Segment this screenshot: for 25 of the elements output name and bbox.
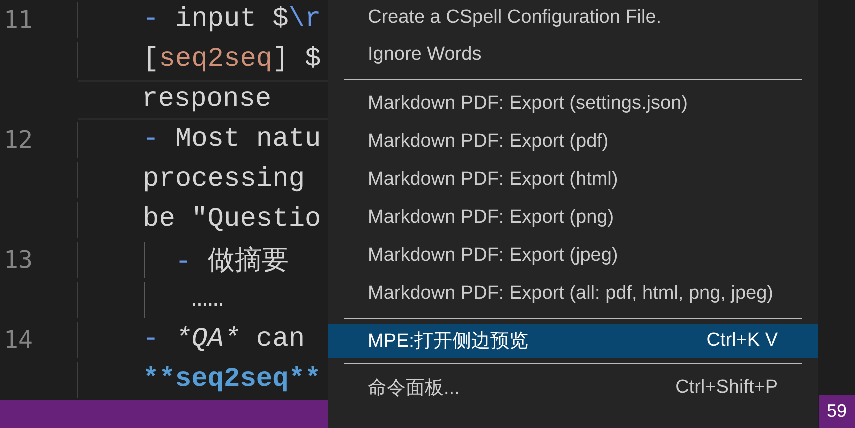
menu-item[interactable]: Markdown PDF: Export (jpeg) bbox=[328, 237, 818, 275]
code-line: **seq2seq** bbox=[143, 365, 322, 395]
menu-item[interactable]: Ignore Words bbox=[328, 36, 818, 74]
code-line: [seq2seq] $ bbox=[143, 45, 322, 75]
line-number: 14 bbox=[3, 326, 33, 354]
menu-item[interactable]: Markdown PDF: Export (settings.json) bbox=[328, 85, 818, 123]
code-line: response bbox=[142, 85, 272, 115]
code-line: - input $\r bbox=[143, 5, 322, 35]
menu-item[interactable]: Markdown PDF: Export (pdf) bbox=[328, 123, 818, 161]
code-line: …… bbox=[190, 285, 224, 315]
menu-item[interactable]: Markdown PDF: Export (all: pdf, html, png, jpeg) bbox=[328, 275, 818, 313]
code-line: - *QA* can bbox=[143, 325, 306, 355]
menu-item[interactable]: Markdown PDF: Export (html) bbox=[328, 161, 818, 199]
menu-item[interactable]: Markdown PDF: Export (png) bbox=[328, 199, 818, 237]
code-line: processing bbox=[143, 165, 306, 195]
menu-item[interactable]: Create a CSpell Configuration File. bbox=[328, 0, 818, 36]
status-badge: 59 bbox=[818, 395, 855, 428]
code-line: - Most natu bbox=[143, 125, 322, 155]
line-number: 12 bbox=[3, 126, 33, 154]
line-number: 13 bbox=[3, 246, 33, 274]
menu-item[interactable]: 命令面板... Ctrl+Shift+P bbox=[328, 369, 818, 407]
line-number: 11 bbox=[3, 6, 33, 34]
code-line: - 做摘要 bbox=[174, 245, 289, 278]
menu-item[interactable]: MPE:打开侧边预览 Ctrl+K V bbox=[328, 324, 818, 358]
code-line: be "Questio bbox=[143, 205, 322, 235]
